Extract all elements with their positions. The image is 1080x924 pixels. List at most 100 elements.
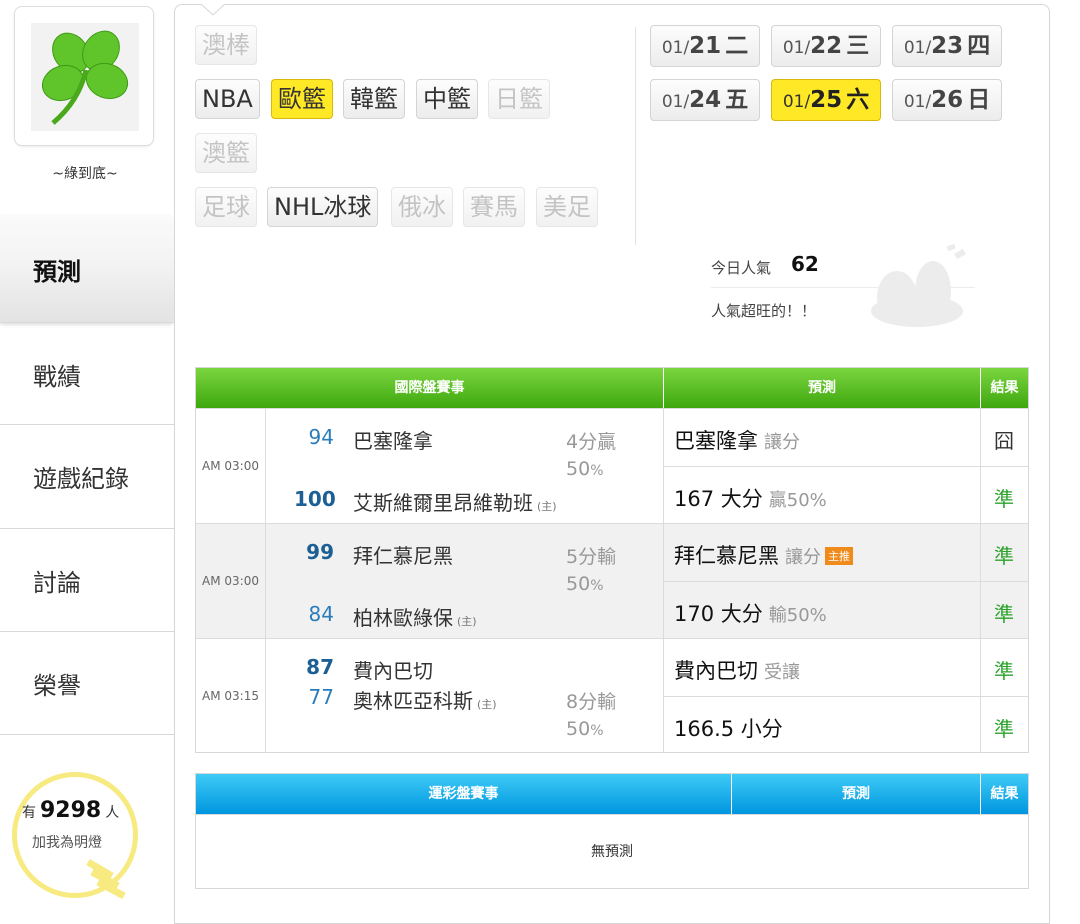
handicap-pct: 50 <box>566 573 591 595</box>
nickname: ~綠到底~ <box>52 166 118 182</box>
sport-tag-cn-basketball[interactable]: 中籃 <box>416 79 478 119</box>
menu-item-honor[interactable]: 榮譽 <box>0 631 175 735</box>
intl-prediction-table: 國際盤賽事 預測 結果 AM 03:00 94 巴塞隆拿 100 艾斯維爾里昂維… <box>195 367 1029 753</box>
match-time: AM 03:00 <box>196 524 266 638</box>
handicap: 5分輸 50% <box>566 544 646 600</box>
prediction-pick: 拜仁慕尼黑 讓分 主推 <box>674 540 853 570</box>
date-button-0123[interactable]: 01/23 四 <box>892 25 1002 67</box>
date-weekday: 五 <box>725 87 749 113</box>
home-team-name: 艾斯維爾里昂維勒班 <box>353 491 533 515</box>
sport-tag-us-football[interactable]: 美足 <box>536 187 598 227</box>
menu-item-game-log[interactable]: 遊戲紀錄 <box>0 424 175 528</box>
table-header-events: 國際盤賽事 <box>196 368 663 408</box>
table-row: AM 03:00 94 巴塞隆拿 100 艾斯維爾里昂維勒班 (主) 4分贏 50%… <box>196 408 1028 523</box>
prediction-pick-name: 166.5 小分 <box>674 717 783 741</box>
menu-item-record[interactable]: 戰績 <box>0 322 175 426</box>
date-weekday: 三 <box>846 33 870 59</box>
date-weekday: 日 <box>967 87 991 113</box>
sidebar: ~綠到底~ 預測 戰績 遊戲紀錄 討論 榮譽 有 9298 人 加我為明燈 <box>0 0 175 904</box>
date-button-0121[interactable]: 01/21 二 <box>650 25 760 67</box>
home-team: 艾斯維爾里昂維勒班 (主) <box>353 487 557 516</box>
main-pick-badge: 主推 <box>825 547 853 565</box>
prediction-type: 輸50% <box>768 605 827 626</box>
handicap: 4分贏 50% <box>566 429 646 485</box>
home-score: 100 <box>294 487 336 511</box>
home-team-name: 奧林匹亞科斯 <box>353 689 473 713</box>
divider <box>664 696 1028 697</box>
fans-count: 有 9298 人 <box>22 798 119 823</box>
home-team-name: 柏林歐綠保 <box>353 606 453 630</box>
prediction-pick-name: 巴塞隆拿 <box>674 429 758 453</box>
divider <box>635 27 636 245</box>
away-team: 巴塞隆拿 <box>353 429 433 453</box>
prediction-pick: 166.5 小分 <box>674 713 783 743</box>
home-score: 77 <box>308 685 334 709</box>
date-button-0126[interactable]: 01/26 日 <box>892 79 1002 121</box>
date-button-0125[interactable]: 01/25 六 <box>771 79 881 121</box>
sport-tag-soccer[interactable]: 足球 <box>195 187 257 227</box>
sport-tag-eu-basketball[interactable]: 歐籃 <box>271 79 333 119</box>
result-mark: 準 <box>994 717 1014 741</box>
fans-prefix: 有 <box>22 805 36 821</box>
sport-tag-nhl[interactable]: NHL冰球 <box>267 187 379 227</box>
avatar[interactable] <box>14 6 154 146</box>
prediction-pick-name: 費內巴切 <box>674 659 758 683</box>
date-button-0124[interactable]: 01/24 五 <box>650 79 760 121</box>
date-day: 25 <box>810 87 843 113</box>
result-mark: 囧 <box>994 429 1014 453</box>
home-score: 84 <box>308 602 334 626</box>
match-time: AM 03:00 <box>196 409 266 523</box>
prediction-pick-name: 170 大分 <box>674 602 763 626</box>
popularity-count: 62 <box>791 252 819 276</box>
lightbulb-base-icon <box>86 858 126 900</box>
date-weekday: 四 <box>967 33 991 59</box>
prediction-pick-name: 拜仁慕尼黑 <box>674 544 779 568</box>
menu-item-discussion[interactable]: 討論 <box>0 528 175 632</box>
sport-tag-nba[interactable]: NBA <box>195 79 260 119</box>
popularity-message: 人氣超旺的！！ <box>711 302 817 320</box>
fans-label: 加我為明燈 <box>32 835 102 851</box>
handicap-pct-unit: % <box>590 578 604 594</box>
sport-tag-jp-basketball[interactable]: 日籃 <box>488 79 550 119</box>
divider <box>711 287 975 288</box>
result-mark: 準 <box>994 659 1014 683</box>
menu-item-prediction[interactable]: 預測 <box>0 216 175 322</box>
result-mark: 準 <box>994 602 1014 626</box>
empty-message: 無預測 <box>196 814 1028 888</box>
sport-tag-ru-hockey[interactable]: 俄冰 <box>391 187 453 227</box>
date-month: 01/ <box>661 92 690 112</box>
handicap-line: 4分贏 <box>566 431 617 453</box>
handicap-pct: 50 <box>566 718 591 740</box>
table-header-prediction: 預測 <box>664 368 980 408</box>
handicap-line: 5分輸 <box>566 546 617 568</box>
prediction-pick: 巴塞隆拿 讓分 <box>674 425 800 455</box>
home-tag: (主) <box>457 615 477 628</box>
sport-tag-au-baseball[interactable]: 澳棒 <box>195 25 257 65</box>
mascot-decoration-icon <box>871 243 966 327</box>
away-team: 費內巴切 <box>353 659 433 683</box>
handicap: 8分輸 50% <box>566 689 646 745</box>
sport-tag-au-basketball[interactable]: 澳籃 <box>195 133 257 173</box>
prediction-type: 贏50% <box>768 490 827 511</box>
prediction-pick-name: 167 大分 <box>674 487 763 511</box>
date-day: 26 <box>931 87 964 113</box>
sport-tag-kr-basketball[interactable]: 韓籃 <box>343 79 405 119</box>
table-header-result: 結果 <box>981 774 1028 814</box>
four-leaf-clover-icon <box>31 23 139 131</box>
handicap-pct-unit: % <box>590 463 604 479</box>
divider <box>664 466 1028 467</box>
prediction-pick: 費內巴切 受讓 <box>674 655 800 685</box>
match-time: AM 03:15 <box>196 639 266 753</box>
date-button-0122[interactable]: 01/22 三 <box>771 25 881 67</box>
home-team: 柏林歐綠保 (主) <box>353 602 477 631</box>
prediction-pick: 167 大分 贏50% <box>674 483 827 513</box>
prediction-type: 讓分 <box>785 547 821 568</box>
date-day: 23 <box>931 33 964 59</box>
result-mark: 準 <box>994 544 1014 568</box>
popularity-label: 今日人氣 <box>711 259 772 277</box>
sport-tag-horse-racing[interactable]: 賽馬 <box>463 187 525 227</box>
home-team: 奧林匹亞科斯 (主) <box>353 685 497 714</box>
pointer-arrow-icon <box>201 4 225 16</box>
away-score: 94 <box>308 425 334 449</box>
away-score: 87 <box>306 655 334 679</box>
